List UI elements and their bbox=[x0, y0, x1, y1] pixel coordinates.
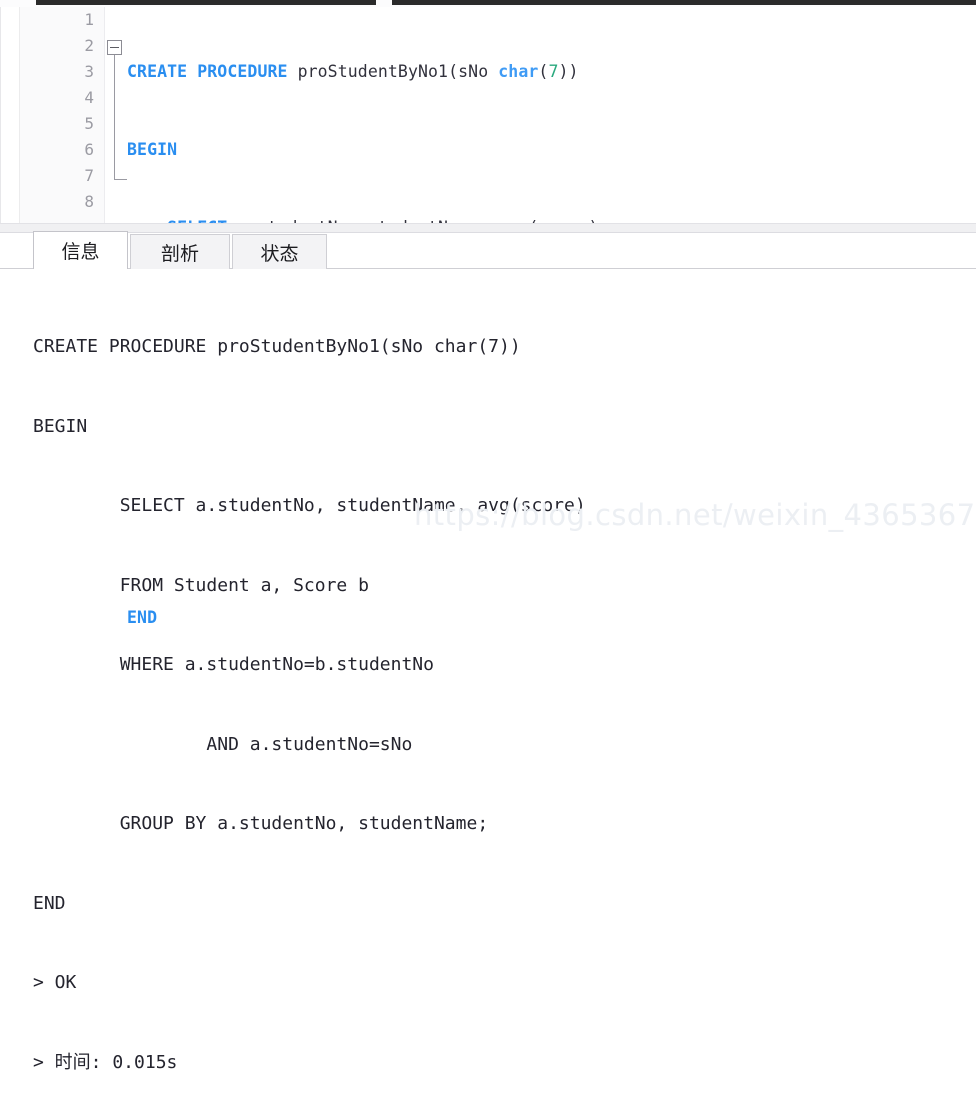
fold-range-end bbox=[114, 179, 127, 180]
editor-left-margin bbox=[1, 7, 20, 223]
code-token: 7 bbox=[548, 62, 559, 81]
tab-profile[interactable]: 剖析 bbox=[130, 234, 230, 269]
editor-code-content[interactable]: CREATE PROCEDURE proStudentByNo1(sNo cha… bbox=[127, 7, 976, 627]
toolbar-bottom-edge bbox=[0, 0, 976, 7]
code-token: END bbox=[127, 608, 158, 627]
code-token: char bbox=[498, 62, 539, 81]
line-number: 8 bbox=[84, 192, 94, 211]
console-line-status: > OK bbox=[33, 972, 77, 993]
console-line: GROUP BY a.studentNo, studentName; bbox=[33, 813, 489, 834]
results-pane: 信息 剖析 状态 CREATE PROCEDURE proStudentByNo… bbox=[0, 231, 976, 1073]
fold-range-line bbox=[114, 55, 115, 180]
line-number: 2 bbox=[84, 36, 94, 55]
pane-splitter[interactable] bbox=[0, 223, 976, 233]
console-line: FROM Student a, Score b bbox=[33, 574, 369, 596]
code-token: CREATE PROCEDURE bbox=[127, 62, 288, 81]
console-line: CREATE PROCEDURE proStudentByNo1(sNo cha… bbox=[33, 336, 521, 357]
line-number: 3 bbox=[84, 62, 94, 81]
line-number: 5 bbox=[84, 114, 94, 133]
console-line: SELECT a.studentNo, studentName, avg(sco… bbox=[33, 495, 586, 516]
console-line: END bbox=[33, 892, 66, 914]
sql-editor-pane[interactable]: 1 2 3 4 5 6 7 8 CREATE PROCEDURE proStud… bbox=[0, 7, 976, 627]
line-number: 1 bbox=[84, 10, 94, 29]
code-token: proStudentByNo1(sNo bbox=[287, 62, 499, 81]
console-line: AND a.studentNo=sNo bbox=[33, 733, 413, 755]
line-number: 4 bbox=[84, 88, 94, 107]
tab-status[interactable]: 状态 bbox=[232, 234, 327, 269]
console-line: WHERE a.studentNo=b.studentNo bbox=[33, 654, 434, 675]
editor-line-number-gutter: 1 2 3 4 5 6 7 8 bbox=[20, 7, 105, 223]
toolbar-segment-left bbox=[36, 0, 376, 5]
line-number: 7 bbox=[84, 166, 94, 185]
results-console-output[interactable]: CREATE PROCEDURE proStudentByNo1(sNo cha… bbox=[0, 269, 976, 1073]
code-folding-column[interactable] bbox=[105, 7, 127, 223]
code-line: BEGIN bbox=[127, 137, 976, 163]
code-line: END bbox=[127, 605, 976, 631]
console-line-elapsed: > 时间: 0.015s bbox=[33, 1051, 178, 1073]
toolbar-segment-right bbox=[392, 0, 976, 5]
code-token: )) bbox=[558, 62, 579, 81]
line-number: 6 bbox=[84, 140, 94, 159]
console-line: BEGIN bbox=[33, 415, 88, 437]
code-token: BEGIN bbox=[127, 140, 178, 159]
results-tabstrip: 信息 剖析 状态 bbox=[0, 231, 976, 269]
tab-info[interactable]: 信息 bbox=[33, 231, 128, 269]
fold-collapse-icon[interactable] bbox=[107, 40, 122, 55]
code-line: CREATE PROCEDURE proStudentByNo1(sNo cha… bbox=[127, 59, 976, 85]
code-token: ( bbox=[538, 62, 549, 81]
